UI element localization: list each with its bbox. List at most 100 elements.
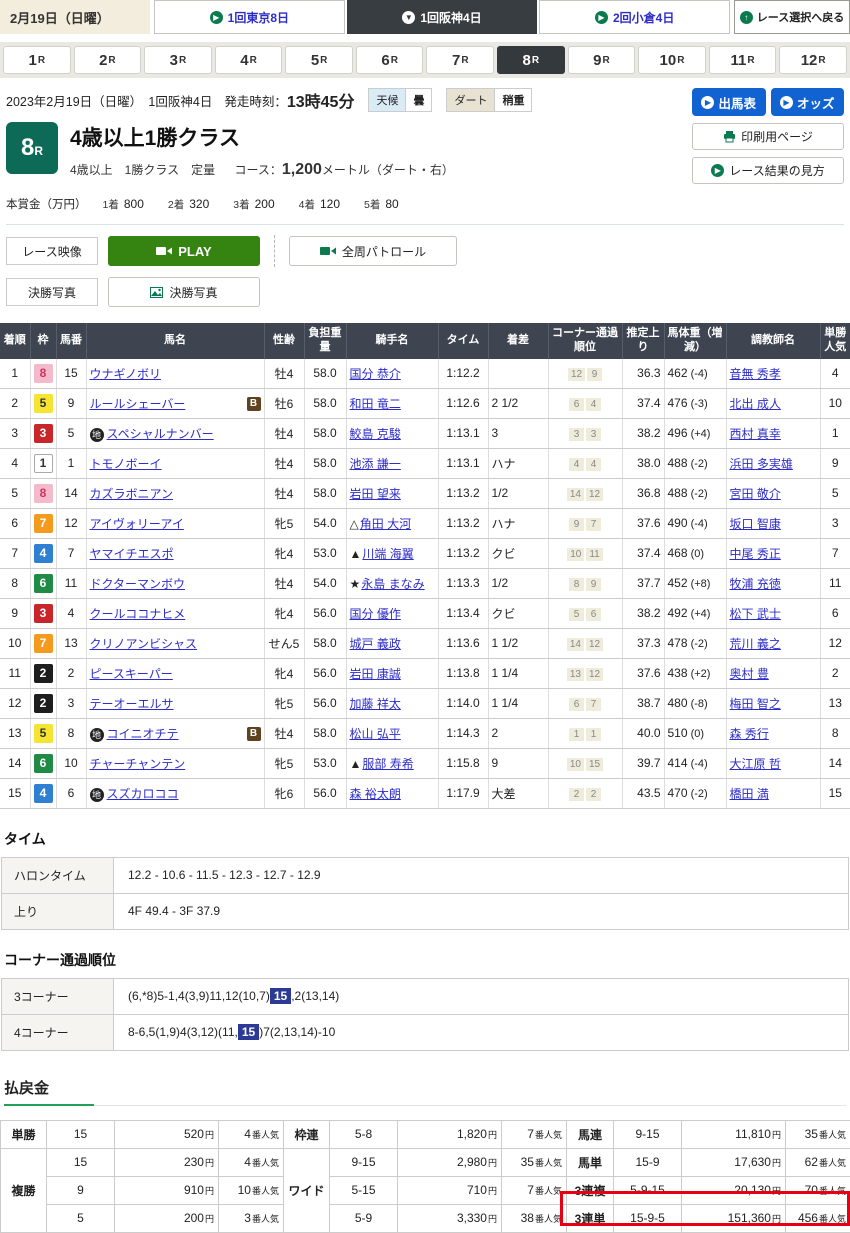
horse-name-link[interactable]: クールココナヒメ [90, 607, 186, 621]
trainer-name-link[interactable]: 浜田 多実雄 [730, 457, 793, 471]
trainer-name-link[interactable]: 牧浦 充徳 [730, 577, 781, 591]
entries-button[interactable]: ▶ 出馬表 [692, 88, 766, 116]
blinkers-badge: B [247, 397, 261, 411]
video-camera-icon [156, 246, 172, 256]
jockey-name-link[interactable]: 永島 まなみ [361, 577, 424, 591]
payout-row-1: 単勝 15 520円 4番人気 枠連 5-8 1,820円 7番人気 馬連 9-… [1, 1120, 850, 1148]
venue-tab-tokyo[interactable]: ▶ 1回東京8日 [154, 0, 345, 34]
horse-name-link[interactable]: ドクターマンボウ [90, 577, 186, 591]
back-arrow-icon: ↑ [740, 11, 753, 24]
trainer-name-link[interactable]: 奥村 豊 [730, 667, 769, 681]
jockey-cell: ▲服部 寿希 [346, 748, 438, 778]
horse-name-link[interactable]: カズラボニアン [90, 487, 174, 501]
race-tab-7r[interactable]: 7R [426, 46, 494, 74]
jockey-name-link[interactable]: 国分 優作 [350, 607, 401, 621]
wide-favorite-1: 35番人気 [502, 1148, 567, 1176]
trainer-name-link[interactable]: 坂口 智康 [730, 517, 781, 531]
trainer-name-link[interactable]: 森 秀行 [730, 727, 769, 741]
win-favorite-rank: 12 [820, 628, 850, 658]
jockey-name-link[interactable]: 岩田 望来 [350, 487, 401, 501]
results-guide-button[interactable]: ▶ レース結果の見方 [692, 157, 844, 184]
trainer-name-link[interactable]: 北出 成人 [730, 397, 781, 411]
horse-name-link[interactable]: ヤマイチエスポ [90, 547, 174, 561]
race-tab-12r[interactable]: 12R [779, 46, 847, 74]
finish-position: 14 [0, 748, 30, 778]
race-tab-1r[interactable]: 1R [3, 46, 71, 74]
horse-weight: 478 (-2) [664, 628, 726, 658]
odds-button[interactable]: ▶ オッズ [771, 88, 845, 116]
trainer-name-link[interactable]: 音無 秀孝 [730, 367, 781, 381]
play-video-button[interactable]: PLAY [108, 236, 260, 266]
race-tab-3r[interactable]: 3R [144, 46, 212, 74]
print-page-button[interactable]: 印刷用ページ [692, 123, 844, 150]
race-tab-2r[interactable]: 2R [74, 46, 142, 74]
trainer-name-link[interactable]: 中尾 秀正 [730, 547, 781, 561]
weather-label: 天候 [368, 88, 406, 112]
divider [274, 235, 275, 267]
jockey-name-link[interactable]: 岩田 康誠 [350, 667, 401, 681]
horse-number: 7 [56, 538, 86, 568]
prize-item: 3着200 [233, 197, 274, 212]
jockey-name-link[interactable]: 川端 海翼 [362, 547, 413, 561]
jockey-name-link[interactable]: 加藤 祥太 [350, 697, 401, 711]
horse-name-link[interactable]: ピースキーパー [90, 667, 173, 681]
horse-weight: 488 (-2) [664, 478, 726, 508]
trainer-name-link[interactable]: 西村 真幸 [730, 427, 781, 441]
race-tab-11r[interactable]: 11R [709, 46, 777, 74]
corner-position: 4 [586, 398, 601, 411]
finish-time: 1:13.3 [438, 568, 488, 598]
jockey-cell: 岩田 望来 [346, 478, 438, 508]
play-button-label: PLAY [178, 244, 211, 259]
horse-name-link[interactable]: スペシャルナンバー [107, 427, 214, 441]
finish-photo-button[interactable]: 決勝写真 [108, 277, 260, 307]
horse-name-link[interactable]: チャーチャンテン [90, 757, 186, 771]
corner-position: 12 [568, 368, 585, 381]
horse-name-link[interactable]: コイニオチテ [107, 727, 179, 741]
margin: 9 [488, 748, 548, 778]
venue-tab-hanshin-active[interactable]: ▼ 1回阪神4日 [347, 0, 538, 34]
horse-name-link[interactable]: ルールシェーバー [90, 397, 186, 411]
umatan-label: 馬単 [567, 1148, 614, 1176]
horse-name-link[interactable]: スズカロココ [107, 787, 179, 801]
jockey-name-link[interactable]: 服部 寿希 [362, 757, 413, 771]
jockey-name-link[interactable]: 城戸 義政 [350, 637, 401, 651]
win-favorite-rank: 3 [820, 508, 850, 538]
umatan-favorite: 62番人気 [786, 1148, 850, 1176]
jockey-name-link[interactable]: 松山 弘平 [350, 727, 401, 741]
entries-button-label: 出馬表 [718, 93, 756, 112]
jockey-name-link[interactable]: 池添 謙一 [350, 457, 401, 471]
race-tab-4r[interactable]: 4R [215, 46, 283, 74]
trainer-name-link[interactable]: 梅田 智之 [730, 697, 781, 711]
frame-number-badge: 2 [34, 664, 53, 683]
horse-name-link[interactable]: クリノアンビシャス [90, 637, 198, 651]
tansho-label: 単勝 [1, 1120, 47, 1148]
race-tab-9r[interactable]: 9R [568, 46, 636, 74]
jockey-name-link[interactable]: 角田 大河 [360, 517, 411, 531]
jockey-name-link[interactable]: 鮫島 克駿 [350, 427, 401, 441]
horse-name-link[interactable]: トモノボーイ [90, 457, 162, 471]
horse-name-link[interactable]: アイヴォリーアイ [90, 517, 184, 531]
trainer-name-link[interactable]: 松下 武士 [730, 607, 781, 621]
race-tab-10r[interactable]: 10R [638, 46, 706, 74]
patrol-video-button[interactable]: 全周パトロール [289, 236, 457, 266]
race-tab-8r[interactable]: 8R [497, 46, 565, 74]
horse-name-link[interactable]: テーオーエルサ [90, 697, 174, 711]
frame-number-badge: 4 [34, 544, 53, 563]
estimated-last3f: 38.2 [622, 418, 664, 448]
corner-position: 12 [586, 488, 603, 501]
race-tab-5r[interactable]: 5R [285, 46, 353, 74]
trainer-name-link[interactable]: 荒川 義之 [730, 637, 781, 651]
jockey-name-link[interactable]: 和田 竜二 [350, 397, 401, 411]
race-tab-6r[interactable]: 6R [356, 46, 424, 74]
venue-tab-kokura[interactable]: ▶ 2回小倉4日 [539, 0, 730, 34]
column-header: 馬番 [56, 323, 86, 359]
corner-position: 3 [586, 428, 601, 441]
corner-order-cell: 1312 [548, 658, 622, 688]
trainer-name-link[interactable]: 宮田 敬介 [730, 487, 781, 501]
trainer-name-link[interactable]: 橋田 満 [730, 787, 769, 801]
trainer-name-link[interactable]: 大江原 哲 [730, 757, 781, 771]
jockey-name-link[interactable]: 森 裕太朗 [350, 787, 401, 801]
jockey-name-link[interactable]: 国分 恭介 [350, 367, 401, 381]
horse-name-link[interactable]: ウナギノボリ [90, 367, 162, 381]
back-to-race-select-button[interactable]: ↑ レース選択へ戻る [734, 0, 850, 34]
